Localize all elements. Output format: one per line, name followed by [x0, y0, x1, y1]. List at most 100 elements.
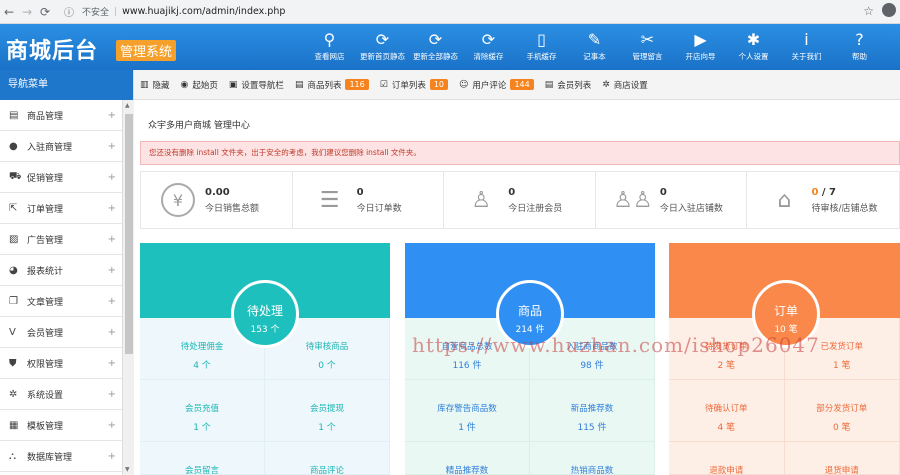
- card-cell[interactable]: 新品推荐数 115 件: [530, 380, 655, 442]
- nav-item-9[interactable]: i 关于我们: [780, 30, 833, 62]
- nav-item-5[interactable]: ✎ 记事本: [568, 30, 621, 62]
- nav-item-2[interactable]: ⟳ 更新全部静态: [409, 30, 462, 62]
- card-badge[interactable]: 待处理 153 个: [231, 280, 299, 348]
- toolbar-item-5[interactable]: ☺ 用户评论 144: [459, 79, 534, 91]
- nav-label: 更新全部静态: [413, 52, 458, 61]
- back-icon[interactable]: ←: [0, 5, 18, 19]
- card-cell[interactable]: 会员留言: [140, 442, 265, 475]
- expand-icon[interactable]: +: [108, 296, 116, 307]
- nav-item-8[interactable]: ✱ 个人设置: [727, 30, 780, 62]
- wrench-icon: ✂: [640, 30, 655, 49]
- profile-icon[interactable]: [882, 3, 896, 17]
- sidebar-menu: ▤ 商品管理 + ● 入驻商管理 + ⛟ 促销管理 + ⇱ 订单管理 + ▨ 广告管理 + ◕ 报表统计 + ❐ 文章…: [0, 100, 133, 472]
- card-cell[interactable]: 会员充值 1 个: [140, 380, 265, 442]
- nav-label: 查看网店: [314, 52, 345, 61]
- sidebar-scrollbar[interactable]: ▲ ▼: [122, 100, 134, 475]
- card-cell[interactable]: 退款申请: [669, 442, 785, 475]
- sidebar-item-10[interactable]: ▦ 模板管理 +: [0, 410, 122, 441]
- toolbar-label: 用户评论: [472, 80, 507, 91]
- expand-icon[interactable]: +: [108, 420, 116, 431]
- url-text[interactable]: www.huajikj.com/admin/index.php: [122, 6, 285, 17]
- cell-value: 116 件: [452, 361, 482, 371]
- cell-label: 会员充值: [184, 404, 219, 414]
- logo: 商城后台: [6, 39, 99, 64]
- cell-value: 115 件: [577, 423, 607, 433]
- sidebar-item-6[interactable]: ❐ 文章管理 +: [0, 286, 122, 317]
- sidebar-item-11[interactable]: ⛬ 数据库管理 +: [0, 441, 122, 472]
- cell-value: 1 个: [193, 423, 211, 433]
- toolbar-icon: ▣: [228, 79, 238, 90]
- sidebar-item-4[interactable]: ▨ 广告管理 +: [0, 224, 122, 255]
- card-cell[interactable]: 精品推荐数: [405, 442, 530, 475]
- card-cell[interactable]: 待确认订单 4 笔: [669, 380, 785, 442]
- info-icon: i: [804, 30, 809, 49]
- sidebar-item-label: 促销管理: [27, 173, 64, 184]
- expand-icon[interactable]: +: [108, 234, 116, 245]
- sidebar-item-label: 商品管理: [27, 111, 64, 122]
- toolbar-icon: ▥: [140, 79, 149, 90]
- expand-icon[interactable]: +: [108, 172, 116, 183]
- card-cell[interactable]: 退货申请: [784, 442, 900, 475]
- sidebar-item-1[interactable]: ● 入驻商管理 +: [0, 131, 122, 162]
- card-cell[interactable]: 部分发货订单 0 笔: [784, 380, 900, 442]
- toolbar-item-2[interactable]: ▣ 设置导航栏: [229, 79, 284, 91]
- nav-item-7[interactable]: ▶ 开店向导: [674, 30, 727, 62]
- toolbar-icon: ✲: [602, 79, 610, 90]
- menu-icon: ▤: [9, 109, 19, 121]
- nav-item-6[interactable]: ✂ 管理留言: [621, 30, 674, 62]
- nav-item-10[interactable]: ? 帮助: [833, 30, 886, 62]
- expand-icon[interactable]: +: [108, 203, 116, 214]
- sidebar-item-label: 系统设置: [27, 390, 64, 401]
- scroll-down-icon[interactable]: ▼: [125, 466, 130, 473]
- scroll-up-icon[interactable]: ▲: [125, 102, 130, 109]
- sidebar-item-8[interactable]: ⛊ 权限管理 +: [0, 348, 122, 379]
- card-badge[interactable]: 订单 10 笔: [752, 280, 820, 348]
- nav-item-4[interactable]: ▯ 手机缓存: [515, 30, 568, 62]
- nav-label: 清除缓存: [473, 52, 504, 61]
- expand-icon[interactable]: +: [108, 451, 116, 462]
- address-bar[interactable]: ⓘ 不安全 | www.huajikj.com/admin/index.php: [60, 3, 900, 21]
- card-title: 订单: [773, 304, 798, 318]
- nav-label: 更新首页静态: [360, 52, 405, 61]
- nav-item-3[interactable]: ⟳ 清除缓存: [462, 30, 515, 62]
- card-cell[interactable]: 会员提现 1 个: [265, 380, 390, 442]
- cell-label: 会员提现: [309, 404, 344, 414]
- sidebar-item-3[interactable]: ⇱ 订单管理 +: [0, 193, 122, 224]
- toolbar-item-7[interactable]: ✲ 商店设置: [602, 79, 648, 91]
- card-cell[interactable]: 库存警告商品数 1 件: [405, 380, 530, 442]
- expand-icon[interactable]: +: [108, 389, 116, 400]
- stat-icon: ♙♙: [613, 187, 653, 213]
- toolbar-item-6[interactable]: ▤ 会员列表: [545, 79, 592, 91]
- sidebar-item-7[interactable]: V 会员管理 +: [0, 317, 122, 348]
- toolbar-item-0[interactable]: ▥ 隐藏: [140, 79, 170, 91]
- sidebar-item-0[interactable]: ▤ 商品管理 +: [0, 100, 122, 131]
- nav-label: 开店向导: [685, 52, 716, 61]
- sidebar-item-9[interactable]: ✲ 系统设置 +: [0, 379, 122, 410]
- card-badge[interactable]: 商品 214 件: [496, 280, 564, 348]
- expand-icon[interactable]: +: [108, 265, 116, 276]
- card-cell[interactable]: 热销商品数: [530, 442, 655, 475]
- info-icon[interactable]: ⓘ: [60, 4, 78, 19]
- expand-icon[interactable]: +: [108, 141, 116, 152]
- card-count: 153 个: [250, 325, 280, 335]
- nav-item-0[interactable]: ⚲ 查看网店: [303, 30, 356, 62]
- sidebar-item-2[interactable]: ⛟ 促销管理 +: [0, 162, 122, 193]
- cell-value: 0 个: [318, 361, 336, 371]
- reload-icon[interactable]: ⟳: [36, 5, 54, 19]
- card-cell[interactable]: 商品评论: [265, 442, 390, 475]
- scroll-thumb[interactable]: [125, 114, 133, 354]
- cell-label: 会员留言: [184, 466, 219, 475]
- menu-icon: ◕: [9, 264, 18, 276]
- sidebar-item-5[interactable]: ◕ 报表统计 +: [0, 255, 122, 286]
- nav-item-1[interactable]: ⟳ 更新首页静态: [356, 30, 409, 62]
- bookmark-star-icon[interactable]: ☆: [863, 4, 874, 18]
- expand-icon[interactable]: +: [108, 327, 116, 338]
- forward-icon[interactable]: →: [18, 5, 36, 19]
- expand-icon[interactable]: +: [108, 358, 116, 369]
- expand-icon[interactable]: +: [108, 110, 116, 121]
- toolbar-item-1[interactable]: ◉ 起始页: [181, 79, 218, 91]
- toolbar-item-4[interactable]: ☑ 订单列表 10: [380, 79, 449, 91]
- stat-text: 0 今日订单数: [357, 187, 402, 214]
- sidebar-item-label: 入驻商管理: [27, 142, 73, 153]
- toolbar-item-3[interactable]: ▤ 商品列表 116: [295, 79, 369, 91]
